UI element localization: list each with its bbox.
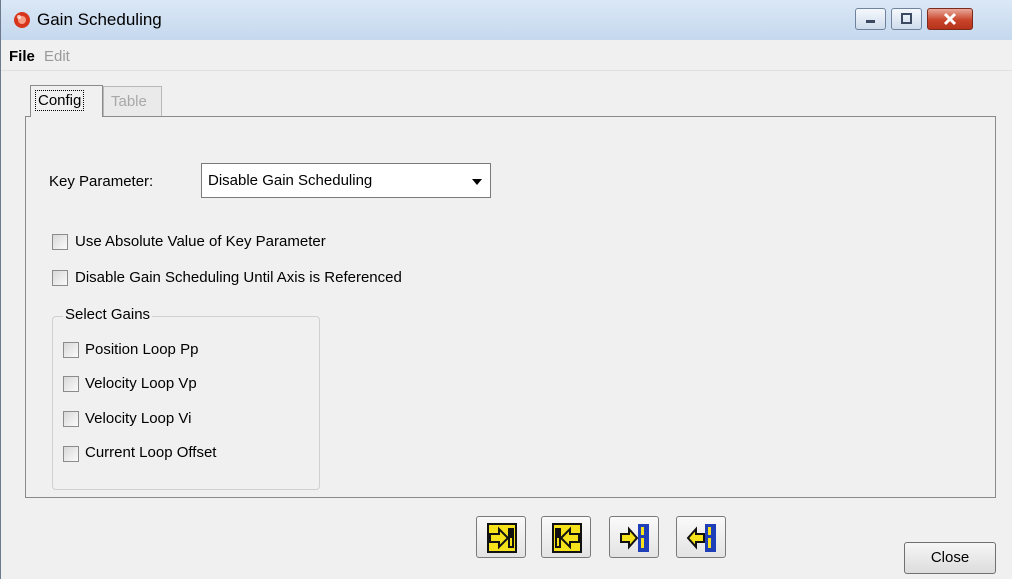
select-gains-title: Select Gains (63, 306, 153, 323)
title-bar[interactable]: Gain Scheduling (1, 0, 1012, 40)
tab-config-label: Config (35, 90, 85, 111)
current-loop-offset-label[interactable]: Current Loop Offset (85, 444, 216, 461)
export-left-icon (552, 523, 582, 553)
tab-table[interactable]: Table (103, 86, 162, 116)
app-red-orb-icon (14, 12, 30, 28)
use-absolute-label[interactable]: Use Absolute Value of Key Parameter (75, 233, 326, 250)
import-right-bar-icon (620, 524, 649, 552)
disable-until-referenced-checkbox[interactable] (52, 270, 68, 286)
velocity-loop-vi-checkbox[interactable] (63, 411, 79, 427)
minimize-button[interactable] (855, 8, 886, 30)
export-left-button[interactable] (541, 516, 591, 558)
import-right-bar-button[interactable] (609, 516, 659, 558)
key-parameter-select[interactable]: Disable Gain Scheduling (201, 163, 491, 198)
window-title: Gain Scheduling (37, 10, 162, 29)
key-parameter-value: Disable Gain Scheduling (208, 172, 373, 189)
disable-until-referenced-label[interactable]: Disable Gain Scheduling Until Axis is Re… (75, 269, 402, 286)
velocity-loop-vp-label[interactable]: Velocity Loop Vp (85, 375, 197, 392)
current-loop-offset-checkbox[interactable] (63, 446, 79, 462)
position-loop-pp-checkbox[interactable] (63, 342, 79, 358)
menu-file[interactable]: File (9, 48, 35, 65)
dropdown-arrow-icon (472, 179, 482, 185)
export-left-bar-button[interactable] (676, 516, 726, 558)
use-absolute-checkbox[interactable] (52, 234, 68, 250)
gain-scheduling-window: Gain Scheduling File Edit Config Table K… (0, 0, 1012, 579)
import-right-icon (487, 523, 517, 553)
close-icon (943, 12, 957, 26)
tab-table-label: Table (111, 93, 147, 110)
key-parameter-label: Key Parameter: (49, 173, 154, 190)
tab-config[interactable]: Config (30, 85, 103, 117)
maximize-icon (901, 13, 912, 24)
minimize-icon (866, 20, 875, 23)
maximize-button[interactable] (891, 8, 922, 30)
import-right-button[interactable] (476, 516, 526, 558)
close-button[interactable]: Close (904, 542, 996, 574)
menu-edit[interactable]: Edit (44, 48, 70, 65)
velocity-loop-vi-label[interactable]: Velocity Loop Vi (85, 410, 191, 427)
export-left-bar-icon (686, 524, 716, 552)
menu-bar: File Edit (1, 40, 1012, 71)
velocity-loop-vp-checkbox[interactable] (63, 376, 79, 392)
close-window-button[interactable] (927, 8, 973, 30)
position-loop-pp-label[interactable]: Position Loop Pp (85, 341, 198, 358)
